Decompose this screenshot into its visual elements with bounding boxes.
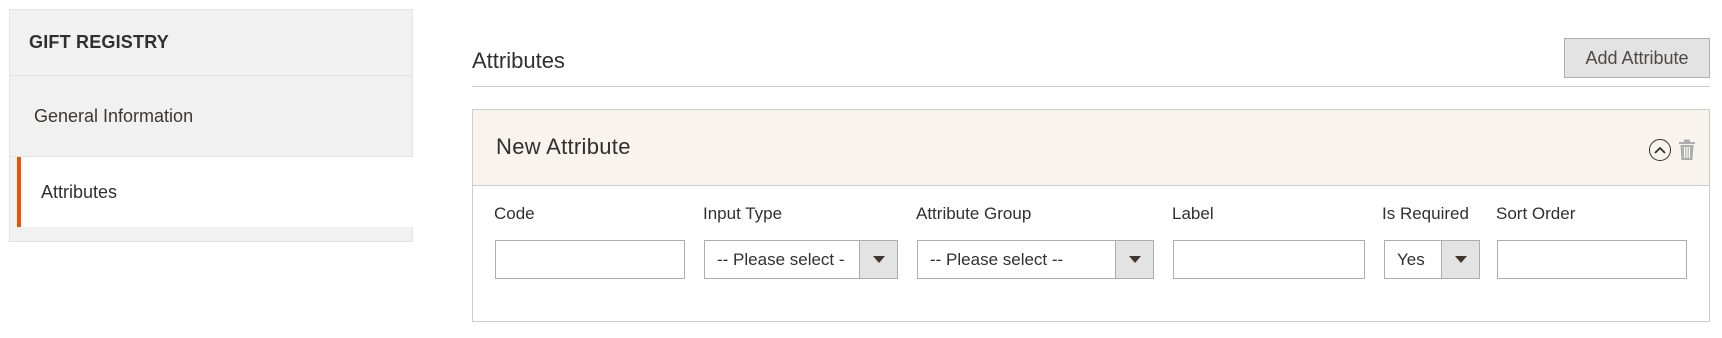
sidebar: GIFT REGISTRY General Information Attrib… <box>9 9 413 242</box>
sidebar-item-label: Attributes <box>41 181 118 202</box>
dropdown-arrow-icon[interactable] <box>1441 241 1479 278</box>
is-required-label: Is Required <box>1382 204 1469 223</box>
label-input[interactable] <box>1173 240 1365 279</box>
input-type-select[interactable]: -- Please select - <box>704 240 898 279</box>
attribute-group-select-value: -- Please select -- <box>930 249 1064 269</box>
section-title: Attributes <box>472 48 565 73</box>
label-label: Label <box>1172 204 1214 223</box>
trash-icon[interactable] <box>1677 139 1697 161</box>
code-label: Code <box>494 204 535 223</box>
attribute-panel-title: New Attribute <box>496 134 631 159</box>
sort-order-label: Sort Order <box>1496 204 1576 223</box>
sidebar-item-general-information[interactable]: General Information <box>10 76 412 157</box>
sidebar-title: GIFT REGISTRY <box>10 10 412 76</box>
dropdown-arrow-icon[interactable] <box>859 241 897 278</box>
sidebar-item-attributes[interactable]: Attributes <box>17 157 413 227</box>
sort-order-input[interactable] <box>1497 240 1687 279</box>
add-attribute-button[interactable]: Add Attribute <box>1564 38 1710 78</box>
attribute-panel-header[interactable]: New Attribute <box>473 110 1709 186</box>
code-input[interactable] <box>495 240 685 279</box>
chevron-up-icon <box>1654 146 1666 154</box>
attribute-group-select[interactable]: -- Please select -- <box>917 240 1154 279</box>
is-required-select-value: Yes <box>1397 249 1425 269</box>
sidebar-item-label: General Information <box>34 105 194 126</box>
dropdown-arrow-icon[interactable] <box>1115 241 1153 278</box>
attribute-group-label: Attribute Group <box>916 204 1032 223</box>
input-type-label: Input Type <box>703 204 783 223</box>
input-type-select-value: -- Please select - <box>717 249 845 269</box>
collapse-icon[interactable] <box>1649 139 1671 161</box>
section-header: Attributes Add Attribute <box>472 36 1710 87</box>
is-required-select[interactable]: Yes <box>1384 240 1480 279</box>
